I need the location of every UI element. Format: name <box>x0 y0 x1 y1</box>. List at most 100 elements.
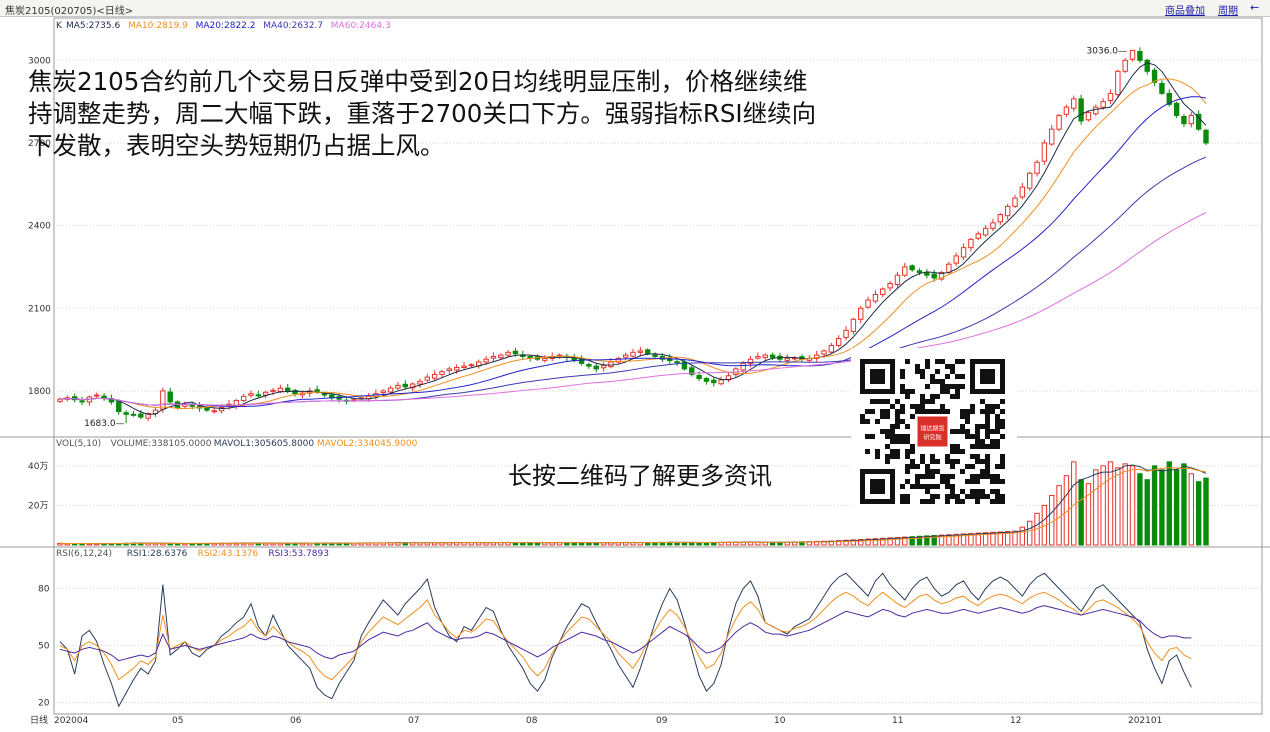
qr-module <box>965 409 970 414</box>
qr-module <box>900 384 905 389</box>
volume-bar <box>1159 469 1165 546</box>
candle-body <box>1034 161 1040 174</box>
qr-module <box>945 409 950 414</box>
candle-body <box>880 288 886 295</box>
candle-body <box>1129 49 1136 60</box>
qr-module <box>915 484 920 489</box>
qr-module <box>1000 399 1005 404</box>
qr-module <box>945 494 950 499</box>
qr-module <box>895 449 900 454</box>
volume-bar <box>1151 465 1158 546</box>
candle-body <box>586 363 592 367</box>
qr-module <box>960 414 965 419</box>
qr-module <box>990 444 995 449</box>
candle-body <box>997 214 1004 223</box>
qr-module <box>890 439 895 444</box>
qr-module <box>965 494 970 499</box>
volume-bar <box>1107 461 1114 546</box>
qr-module <box>925 464 930 469</box>
candle-body <box>380 390 386 394</box>
qr-module <box>900 369 905 374</box>
qr-module <box>990 499 995 504</box>
qr-module <box>895 454 900 459</box>
candle-body <box>138 413 144 418</box>
qr-module <box>930 409 935 414</box>
qr-module <box>890 449 895 454</box>
qr-module <box>960 384 965 389</box>
volume-legend-item: MAVOL1:305605.8000 <box>214 439 315 449</box>
qr-module <box>900 434 905 439</box>
qr-module <box>875 454 880 459</box>
qr-module <box>985 419 990 424</box>
qr-module <box>925 489 930 494</box>
candle-body <box>1093 106 1099 115</box>
rsi-tick-label: 50 <box>38 642 50 652</box>
candle-body <box>1144 59 1150 72</box>
volume-legend-item: VOLUME:338105.0000 <box>111 439 212 449</box>
candle-body <box>1203 129 1209 144</box>
qr-module <box>960 359 965 364</box>
qr-module <box>905 389 910 394</box>
qr-module <box>905 494 910 499</box>
qr-module <box>935 409 940 414</box>
x-tick-label: 06 <box>290 716 302 726</box>
candle-body <box>1026 172 1033 189</box>
qr-module <box>950 449 955 454</box>
volume-tick-label: 40万 <box>28 462 48 472</box>
qr-module <box>900 419 905 424</box>
volume-bar <box>1093 469 1099 546</box>
qr-module <box>905 394 910 399</box>
candle-body <box>1181 116 1187 125</box>
candle-body <box>622 354 629 358</box>
candle-body <box>417 380 423 385</box>
x-tick-label: 07 <box>408 716 419 726</box>
candle-body <box>924 271 930 276</box>
volume-bar <box>1203 477 1209 546</box>
volume-tick-label: 20万 <box>28 501 48 511</box>
qr-module <box>985 429 990 434</box>
qr-module <box>975 499 980 504</box>
candle-body <box>990 222 996 229</box>
qr-module <box>940 389 945 394</box>
qr-module <box>865 419 870 424</box>
candle-body <box>755 355 761 359</box>
candle-body <box>123 412 129 415</box>
qr-module <box>930 499 935 504</box>
candle-body <box>916 270 923 273</box>
qr-module <box>950 429 955 434</box>
candle-body <box>821 350 827 355</box>
qr-module <box>990 409 995 414</box>
rsi-legend-item: RSI3:53.7893 <box>268 549 329 559</box>
volume-bar <box>1056 485 1062 546</box>
volume-legend-item: MAVOL2:334045.9000 <box>317 439 418 449</box>
x-tick-label: 12 <box>1010 716 1021 726</box>
qr-module <box>985 409 990 414</box>
qr-module <box>940 404 945 409</box>
qr-module <box>1000 419 1005 424</box>
qr-module <box>980 469 985 474</box>
candle-body <box>1056 114 1062 130</box>
qr-module <box>985 469 990 474</box>
candle-body <box>968 238 974 249</box>
qr-module <box>970 479 975 484</box>
qr-module <box>970 464 975 469</box>
qr-module <box>870 409 875 414</box>
candle-body <box>270 389 276 392</box>
qr-module <box>1000 464 1005 469</box>
candle-body <box>600 365 607 369</box>
qr-module <box>970 454 975 459</box>
candle-body <box>262 391 269 396</box>
qr-module <box>995 424 1000 429</box>
candle-body <box>1085 112 1092 121</box>
qr-module <box>990 439 995 444</box>
rsi-line-rsi2 <box>59 591 1192 681</box>
candle-body <box>453 367 460 371</box>
qr-code[interactable]: 瑞达期货 研究院 <box>851 348 1017 518</box>
qr-module <box>945 384 950 389</box>
volume-bar <box>1078 479 1084 546</box>
qr-module <box>900 409 905 414</box>
qr-module <box>995 439 1000 444</box>
qr-module <box>905 359 910 364</box>
qr-module <box>985 404 990 409</box>
qr-module <box>885 429 890 434</box>
